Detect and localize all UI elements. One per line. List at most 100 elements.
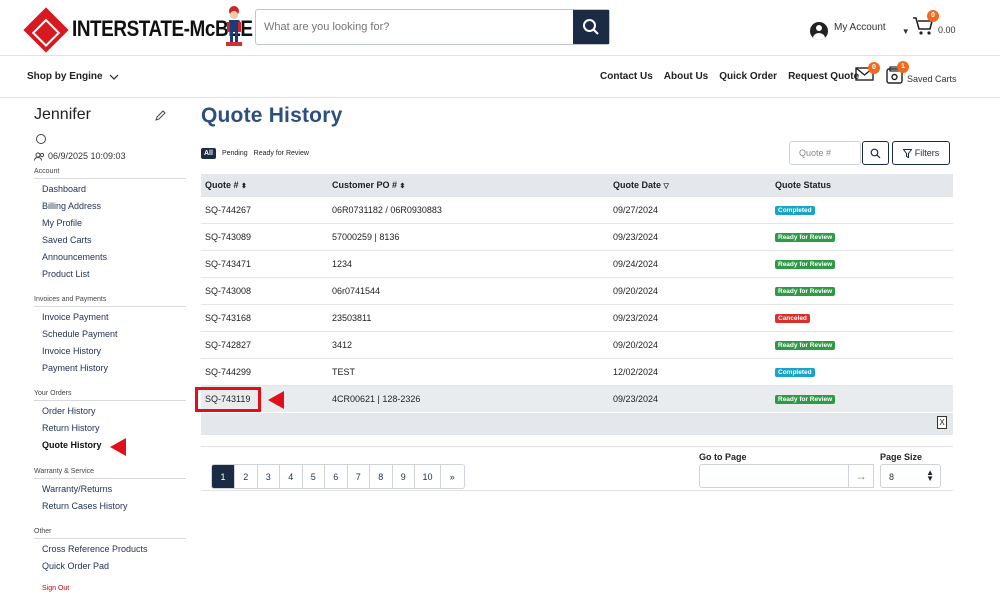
cart-count-badge: 0 (927, 10, 939, 22)
mascot-icon (226, 6, 242, 46)
tab-pending[interactable]: Pending (222, 150, 248, 157)
table-row[interactable]: SQ-743008 06r0741544 09/20/2024 Ready for R… (201, 276, 953, 304)
sidebar-item-order-history[interactable]: Order History (42, 406, 96, 416)
sidebar-item-invoice-payment[interactable]: Invoice Payment (42, 312, 109, 322)
saved-carts-button[interactable]: 1 (886, 61, 909, 89)
table-row[interactable]: SQ-743119 4CR00621 | 128-2326 09/23/2024 Re… (201, 384, 953, 412)
quote-number-link[interactable]: SQ-744267 (201, 195, 328, 223)
sidebar-item-quote-history[interactable]: Quote History (42, 440, 102, 450)
table-row[interactable]: SQ-743089 57000259 | 8136 09/23/2024 Ready … (201, 222, 953, 250)
page-4-button[interactable]: 4 (280, 465, 303, 488)
next-pages-button[interactable]: » (441, 465, 464, 488)
quote-search-button[interactable] (862, 141, 889, 165)
quote-status-cell: Ready for Review (771, 276, 953, 304)
saved-carts-label[interactable]: Saved Carts (907, 74, 957, 84)
sidebar-item-schedule-payment[interactable]: Schedule Payment (42, 329, 118, 339)
quote-number-link[interactable]: SQ-743008 (201, 276, 328, 304)
search-icon (583, 19, 599, 35)
table-row[interactable]: SQ-744267 06R0731182 / 06R0930883 09/27/20… (201, 195, 953, 223)
col-quote-status[interactable]: Quote Status (771, 174, 953, 196)
sidebar-item-dashboard[interactable]: Dashboard (42, 184, 86, 194)
page-2-button[interactable]: 2 (235, 465, 258, 488)
quote-number-link[interactable]: SQ-743168 (201, 303, 328, 331)
go-to-page-input[interactable] (699, 464, 849, 488)
edit-pencil-icon[interactable] (154, 110, 166, 122)
quote-number-link[interactable]: SQ-744299 (201, 357, 328, 385)
arrow-right-icon: → (855, 469, 867, 483)
sign-out-link[interactable]: Sign Out (42, 585, 69, 592)
sidebar-item-my-profile[interactable]: My Profile (42, 218, 82, 228)
quote-number-link[interactable]: SQ-743089 (201, 222, 328, 250)
table-row[interactable]: SQ-744299 TEST 12/02/2024 Completed (201, 357, 953, 385)
page-size-select[interactable]: 8 ▲ ▼ (880, 464, 941, 488)
search-icon (870, 148, 881, 158)
divider (201, 490, 953, 491)
status-badge: Ready for Review (775, 395, 836, 405)
sidebar-item-return-history[interactable]: Return History (42, 423, 100, 433)
search-button[interactable] (573, 10, 609, 44)
quote-number-search-input[interactable]: Quote # (789, 141, 861, 165)
page-size-value: 8 (889, 472, 895, 482)
sidebar-item-quick-order-pad[interactable]: Quick Order Pad (42, 561, 109, 571)
page-7-button[interactable]: 7 (348, 465, 370, 488)
go-to-page-label: Go to Page (699, 452, 747, 462)
col-customer-po[interactable]: Customer PO # ⬍ (328, 174, 609, 196)
nav-about-us[interactable]: About Us (664, 71, 708, 82)
col-quote-date[interactable]: Quote Date ▽ (609, 174, 771, 196)
quote-number-link[interactable]: SQ-742827 (201, 330, 328, 358)
sidebar-item-product-list[interactable]: Product List (42, 269, 90, 279)
quote-status-cell: Ready for Review (771, 249, 953, 277)
search-input[interactable] (256, 10, 573, 44)
chevron-down-icon (109, 74, 118, 80)
col-quote-number[interactable]: Quote # ⬍ (201, 174, 328, 196)
users-icon (34, 152, 45, 161)
user-icon (36, 134, 46, 144)
sidebar-item-announcements[interactable]: Announcements (42, 252, 107, 262)
sidebar-item-return-cases-history[interactable]: Return Cases History (42, 501, 128, 511)
nav-contact-us[interactable]: Contact Us (600, 71, 653, 82)
cart-button[interactable]: 0 (912, 10, 939, 41)
table-row[interactable]: SQ-743471 1234 09/24/2024 Ready for Review (201, 249, 953, 277)
page-6-button[interactable]: 6 (325, 465, 348, 488)
page-5-button[interactable]: 5 (303, 465, 325, 488)
tab-all[interactable]: All (201, 148, 216, 159)
divider (34, 400, 186, 401)
page-3-button[interactable]: 3 (258, 465, 280, 488)
sidebar-item-warranty-returns[interactable]: Warranty/Returns (42, 484, 112, 494)
nav-quick-order[interactable]: Quick Order (719, 71, 777, 82)
quote-status-cell: Completed (771, 195, 953, 223)
page-1-button[interactable]: 1 (212, 465, 235, 488)
sidebar-item-invoice-history[interactable]: Invoice History (42, 346, 101, 356)
sidebar-item-payment-history[interactable]: Payment History (42, 363, 108, 373)
quote-status-cell: Completed (771, 357, 953, 385)
nav-request-quote[interactable]: Request Quote (788, 71, 859, 82)
page-8-button[interactable]: 8 (370, 465, 393, 488)
mail-count-badge: 0 (868, 62, 880, 74)
quote-date-cell: 09/20/2024 (609, 330, 771, 358)
quote-history-table: Quote # ⬍ Customer PO # ⬍ Quote Date ▽ Q… (201, 174, 953, 412)
table-row[interactable]: SQ-743168 23503811 09/23/2024 Canceled (201, 303, 953, 331)
sidebar-item-cross-reference[interactable]: Cross Reference Products (42, 544, 148, 554)
filters-button[interactable]: Filters (892, 141, 950, 165)
quote-date-cell: 09/20/2024 (609, 276, 771, 304)
export-excel-icon[interactable]: X (937, 416, 947, 429)
section-invoices-title: Invoices and Payments (34, 296, 107, 303)
page-9-button[interactable]: 9 (393, 465, 415, 488)
status-badge: Ready for Review (775, 260, 836, 269)
status-badge: Ready for Review (775, 233, 836, 242)
page-10-button[interactable]: 10 (415, 465, 441, 488)
shop-by-engine-menu[interactable]: Shop by Engine (27, 71, 119, 82)
my-account-menu[interactable]: My Account ▼ (810, 14, 910, 40)
messages-button[interactable]: 0 (855, 62, 880, 86)
status-badge: Completed (775, 206, 815, 215)
divider (34, 178, 186, 179)
quote-number-link[interactable]: SQ-743471 (201, 249, 328, 277)
sidebar-item-billing-address[interactable]: Billing Address (42, 201, 101, 211)
tab-ready-for-review[interactable]: Ready for Review (254, 150, 309, 157)
section-other-title: Other (34, 528, 52, 535)
saved-count-badge: 1 (897, 61, 909, 73)
logo-diamond-icon (23, 7, 69, 53)
go-to-page-button[interactable]: → (848, 464, 874, 488)
table-row[interactable]: SQ-742827 3412 09/20/2024 Ready for Review (201, 330, 953, 358)
sidebar-item-saved-carts[interactable]: Saved Carts (42, 235, 92, 245)
